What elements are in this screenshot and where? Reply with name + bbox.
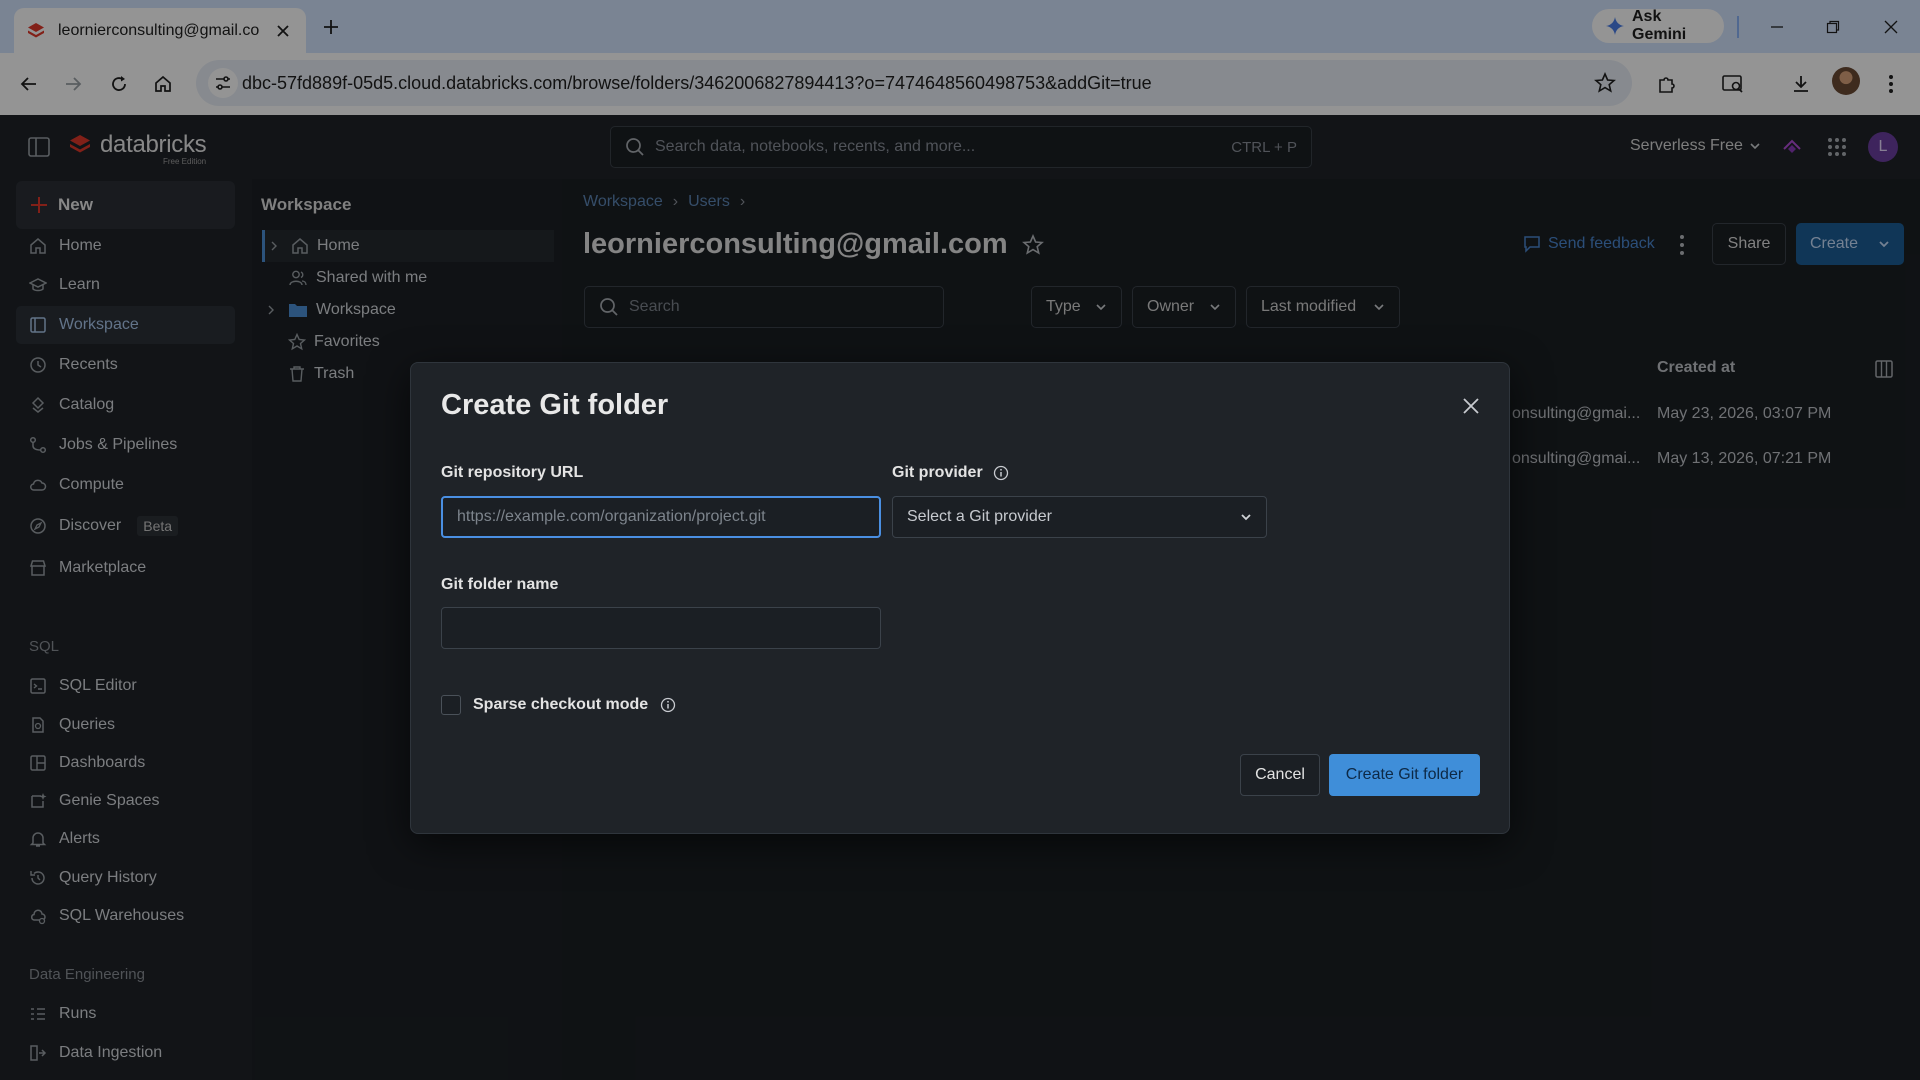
create-git-folder-button[interactable]: Create Git folder: [1329, 754, 1480, 796]
cancel-button[interactable]: Cancel: [1240, 754, 1320, 796]
info-icon[interactable]: [993, 465, 1009, 481]
git-provider-label-row: Git provider: [892, 464, 1009, 482]
sparse-checkout-checkbox[interactable]: [441, 695, 461, 715]
folder-name-input[interactable]: [441, 607, 881, 649]
chevron-down-icon: [1240, 511, 1252, 523]
git-provider-selected: Select a Git provider: [907, 508, 1052, 525]
close-icon[interactable]: [1458, 393, 1484, 419]
create-git-folder-dialog: Create Git folder Git repository URL Git…: [410, 362, 1510, 834]
git-provider-label: Git provider: [892, 464, 983, 481]
git-provider-select[interactable]: Select a Git provider: [892, 496, 1267, 538]
repo-url-input[interactable]: [441, 496, 881, 538]
folder-name-label: Git folder name: [441, 576, 559, 593]
repo-url-label: Git repository URL: [441, 464, 584, 481]
sparse-checkout-row: Sparse checkout mode: [441, 695, 676, 715]
sparse-checkout-label[interactable]: Sparse checkout mode: [473, 696, 648, 714]
info-icon[interactable]: [660, 697, 676, 713]
dialog-title: Create Git folder: [441, 389, 669, 421]
